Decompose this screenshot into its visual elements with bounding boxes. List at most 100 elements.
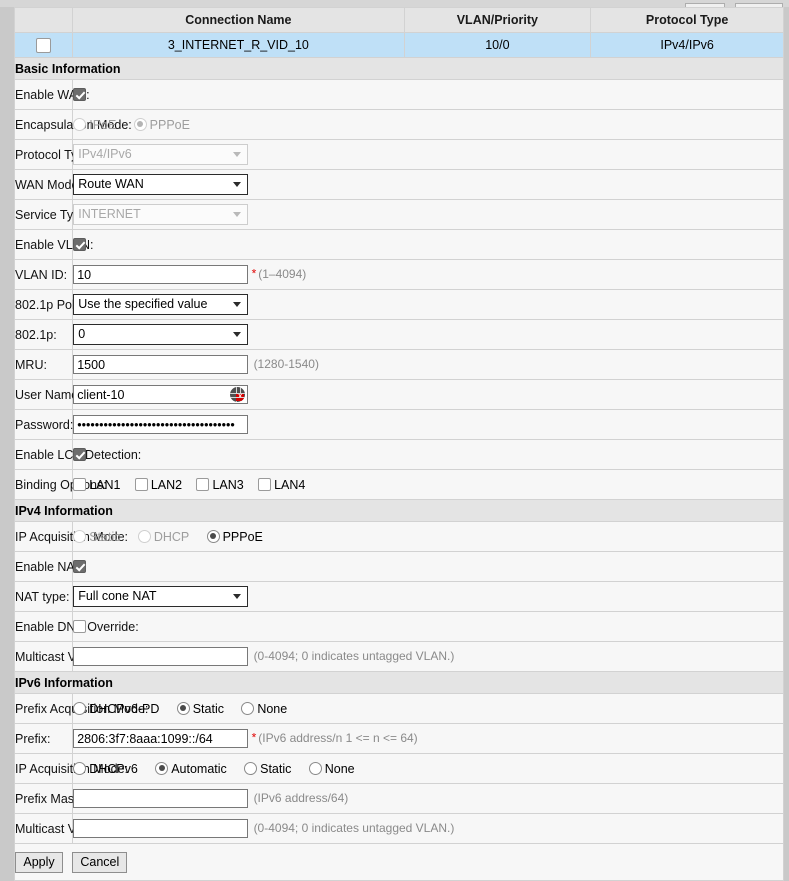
field-user-name: x xyxy=(73,380,784,410)
row-ipv4-multicast-vlan-id: Multicast VLAN ID: (0-4094; 0 indicates … xyxy=(15,642,784,672)
radio-ipv6-dhcpv6[interactable]: DHCPv6 xyxy=(73,762,138,776)
radio-prefix-none[interactable]: None xyxy=(241,702,287,716)
form-actions: Apply Cancel xyxy=(15,844,784,881)
radio-label-ipv4-static: Static xyxy=(89,530,120,544)
radio-ipv6-automatic[interactable]: Automatic xyxy=(155,762,227,776)
section-title-ipv4: IPv4 Information xyxy=(15,500,784,522)
binding-option-lan4[interactable]: LAN4 xyxy=(258,478,305,492)
field-8021p-policy: Use the specified value xyxy=(73,290,784,320)
label-ipv6-multicast-vlan-id: Multicast VLAN ID: xyxy=(15,814,73,844)
radio-ipv4-static[interactable]: Static xyxy=(73,530,120,544)
radio-ipv6-none[interactable]: None xyxy=(309,762,355,776)
label-nat-type: NAT type: xyxy=(15,582,73,612)
field-encapsulation-mode: IPoE PPPoE xyxy=(73,110,784,140)
nat-type-select[interactable]: Full cone NAT xyxy=(73,586,248,607)
radio-ipv4-dhcp[interactable]: DHCP xyxy=(138,530,189,544)
chevron-down-icon xyxy=(233,302,241,307)
binding-option-lan2[interactable]: LAN2 xyxy=(135,478,182,492)
row-enable-lcp: Enable LCP Detection: xyxy=(15,440,784,470)
radio-icon-prefix-static xyxy=(177,702,190,715)
label-lan1: LAN1 xyxy=(89,478,120,492)
service-type-select: INTERNET xyxy=(73,204,248,225)
radio-encapsulation-ipoe[interactable]: IPoE xyxy=(73,118,116,132)
mru-input[interactable] xyxy=(73,355,248,374)
section-title-ipv6: IPv6 Information xyxy=(15,672,784,694)
row-select-checkbox[interactable] xyxy=(36,38,51,53)
row-wan-mode: WAN Mode: Route WAN xyxy=(15,170,784,200)
radio-icon-ipv6-none xyxy=(309,762,322,775)
ipv4-multicast-vlan-id-input[interactable] xyxy=(73,647,248,666)
radio-prefix-dhcpv6-pd[interactable]: DHCPv6-PD xyxy=(73,702,159,716)
row-connection-name: 3_INTERNET_R_VID_10 xyxy=(73,33,404,58)
radio-encapsulation-pppoe[interactable]: PPPoE xyxy=(134,118,190,132)
binding-option-lan3[interactable]: LAN3 xyxy=(196,478,243,492)
field-enable-lcp xyxy=(73,440,784,470)
row-select-cell[interactable] xyxy=(15,33,73,58)
section-title-basic: Basic Information xyxy=(15,58,784,80)
radio-ipv4-pppoe[interactable]: PPPoE xyxy=(207,530,263,544)
prefix-input[interactable] xyxy=(73,729,248,748)
row-enable-dns-override: Enable DNS Override: xyxy=(15,612,784,642)
label-8021p: 802.1p: xyxy=(15,320,73,350)
radio-label-pppoe: PPPoE xyxy=(150,118,190,132)
row-password: Password: xyxy=(15,410,784,440)
radio-icon-ipv6-automatic xyxy=(155,762,168,775)
field-ipv6-multicast-vlan-id: (0-4094; 0 indicates untagged VLAN.) xyxy=(73,814,784,844)
label-prefix: Prefix: xyxy=(15,724,73,754)
chevron-down-icon xyxy=(233,182,241,187)
label-encapsulation-mode: Encapsulation Mode: xyxy=(15,110,73,140)
vlan-id-input[interactable] xyxy=(73,265,248,284)
prefix-mask-input[interactable] xyxy=(73,789,248,808)
cancel-button[interactable]: Cancel xyxy=(72,852,127,873)
checkbox-lan3 xyxy=(196,478,209,491)
enable-vlan-checkbox[interactable] xyxy=(73,238,86,251)
form-actions-cell: Apply Cancel xyxy=(15,844,784,881)
row-encapsulation-mode: Encapsulation Mode: IPoE PPPoE xyxy=(15,110,784,140)
enable-dns-override-checkbox[interactable] xyxy=(73,620,86,633)
binding-option-lan1[interactable]: LAN1 xyxy=(73,478,120,492)
radio-icon-ipoe xyxy=(73,118,86,131)
row-prefix-acquisition-mode: Prefix Acquisition Mode: DHCPv6-PD Stati… xyxy=(15,694,784,724)
field-prefix-mask: (IPv6 address/64) xyxy=(73,784,784,814)
8021p-policy-select[interactable]: Use the specified value xyxy=(73,294,248,315)
nat-type-value: Full cone NAT xyxy=(78,589,156,603)
radio-icon-ipv6-static xyxy=(244,762,257,775)
label-ipv4-multicast-vlan-id: Multicast VLAN ID: xyxy=(15,642,73,672)
user-name-input[interactable] xyxy=(73,385,248,404)
label-mru: MRU: xyxy=(15,350,73,380)
8021p-select[interactable]: 0 xyxy=(73,324,248,345)
row-mru: MRU: (1280-1540) xyxy=(15,350,784,380)
radio-prefix-static[interactable]: Static xyxy=(177,702,224,716)
row-nat-type: NAT type: Full cone NAT xyxy=(15,582,784,612)
hint-ipv6-multicast-vlan-id: (0-4094; 0 indicates untagged VLAN.) xyxy=(254,821,455,835)
field-ipv4-ip-acquisition-mode: Static DHCP PPPoE xyxy=(73,522,784,552)
radio-icon-ipv6-dhcpv6 xyxy=(73,762,86,775)
field-enable-nat xyxy=(73,552,784,582)
header-protocol-type: Protocol Type xyxy=(591,8,784,33)
radio-ipv6-static[interactable]: Static xyxy=(244,762,291,776)
ipv6-multicast-vlan-id-input[interactable] xyxy=(73,819,248,838)
enable-lcp-checkbox[interactable] xyxy=(73,448,86,461)
protocol-type-value: IPv4/IPv6 xyxy=(78,147,132,161)
password-input[interactable] xyxy=(73,415,248,434)
radio-icon-ipv4-pppoe xyxy=(207,530,220,543)
header-connection-name: Connection Name xyxy=(73,8,404,33)
section-header-ipv4: IPv4 Information xyxy=(15,500,784,522)
row-protocol-type: Protocol Type: IPv4/IPv6 xyxy=(15,140,784,170)
apply-button[interactable]: Apply xyxy=(15,852,63,873)
enable-wan-checkbox[interactable] xyxy=(73,88,86,101)
connection-table-header: Connection Name VLAN/Priority Protocol T… xyxy=(15,8,784,33)
radio-label-ipoe: IPoE xyxy=(89,118,116,132)
field-enable-wan xyxy=(73,80,784,110)
label-ipv6-ip-acquisition-mode: IP Acquisition Mode: xyxy=(15,754,73,784)
wan-mode-select[interactable]: Route WAN xyxy=(73,174,248,195)
row-service-type: Service Type: INTERNET xyxy=(15,200,784,230)
enable-nat-checkbox[interactable] xyxy=(73,560,86,573)
chevron-down-icon xyxy=(233,332,241,337)
table-row[interactable]: 3_INTERNET_R_VID_10 10/0 IPv4/IPv6 xyxy=(15,33,784,58)
row-enable-nat: Enable NAT: xyxy=(15,552,784,582)
row-prefix: Prefix: *(IPv6 address/n 1 <= n <= 64) xyxy=(15,724,784,754)
close-icon: x xyxy=(236,393,244,401)
row-prefix-mask: Prefix Mask: (IPv6 address/64) xyxy=(15,784,784,814)
radio-icon-pppoe xyxy=(134,118,147,131)
